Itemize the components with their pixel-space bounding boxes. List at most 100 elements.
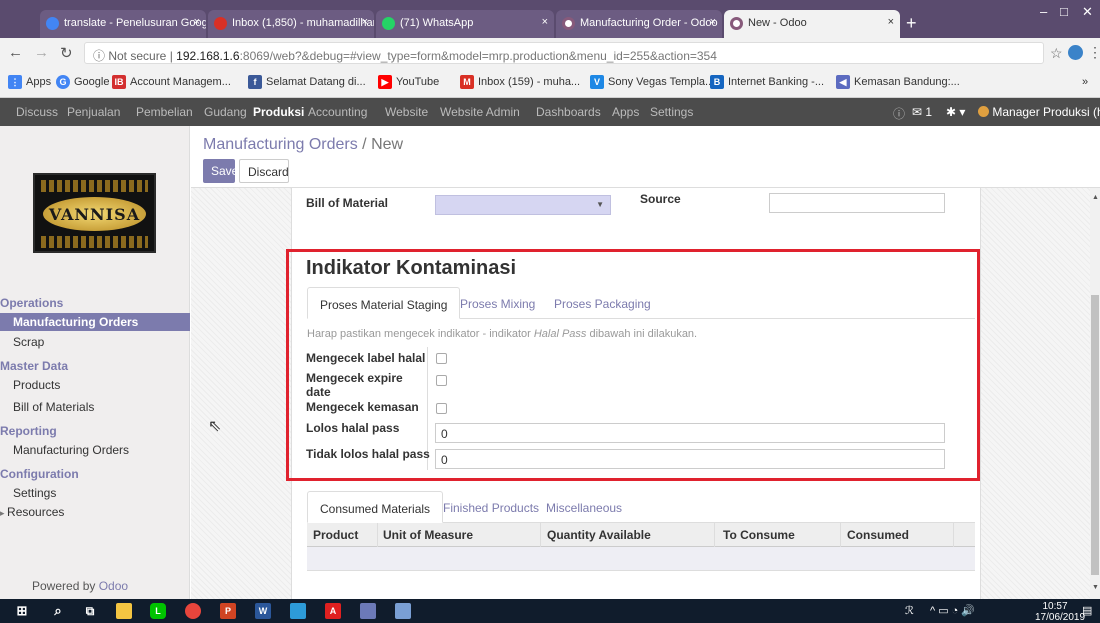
- control-panel: Manufacturing Orders / New Save Discard: [191, 126, 1100, 188]
- bookmark-apps[interactable]: ⋮ Apps: [8, 75, 51, 89]
- user-menu[interactable]: Manager Produksi (hal...: [978, 105, 1100, 119]
- app-icon[interactable]: [395, 603, 411, 619]
- reload-icon[interactable]: ↻: [60, 44, 73, 62]
- sidebar-item-products[interactable]: Products: [0, 376, 190, 394]
- bookmark-youtube[interactable]: ▶ YouTube: [378, 75, 439, 89]
- save-button[interactable]: Save: [203, 159, 238, 183]
- table-row[interactable]: [307, 547, 975, 571]
- bookmark-sony-vegas[interactable]: V Sony Vegas Templa...: [590, 75, 714, 89]
- line-icon[interactable]: L: [150, 603, 166, 619]
- breadcrumb: Manufacturing Orders / New: [203, 136, 404, 153]
- browser-tab-google[interactable]: translate - Penelusuran Googl ×: [40, 10, 206, 38]
- task-view-icon[interactable]: ⧉: [82, 603, 98, 619]
- menu-discuss[interactable]: Discuss: [16, 105, 58, 119]
- app-icon[interactable]: [360, 603, 376, 619]
- notification-icon[interactable]: ▤: [1082, 604, 1092, 617]
- more-bookmarks-icon[interactable]: »: [1082, 76, 1088, 88]
- close-icon[interactable]: ×: [362, 16, 368, 28]
- scroll-down-icon[interactable]: ▼: [1092, 584, 1099, 591]
- menu-website-admin[interactable]: Website Admin: [440, 105, 520, 119]
- lolos-halal-input[interactable]: 0: [435, 423, 945, 443]
- col-product[interactable]: Product: [313, 528, 358, 542]
- facebook-icon: f: [248, 75, 262, 89]
- minimize-icon[interactable]: –: [1040, 4, 1047, 19]
- maximize-icon[interactable]: □: [1060, 4, 1068, 19]
- browser-tab-whatsapp[interactable]: (71) WhatsApp ×: [376, 10, 554, 38]
- menu-settings[interactable]: Settings: [650, 105, 693, 119]
- bookmark-facebook[interactable]: f Selamat Datang di...: [248, 75, 366, 89]
- browser-tab-gmail[interactable]: Inbox (1,850) - muhamadilhan ×: [208, 10, 374, 38]
- kemasan-checkbox[interactable]: [436, 403, 447, 414]
- help-icon[interactable]: ⓘ: [893, 105, 905, 122]
- col-to-consume[interactable]: To Consume: [723, 528, 795, 542]
- extension-icon[interactable]: [1068, 45, 1083, 60]
- url-input[interactable]: ⓘ Not secure | 192.168.1.6:8069/web?&deb…: [84, 42, 1044, 64]
- menu-dashboards[interactable]: Dashboards: [536, 105, 601, 119]
- close-icon[interactable]: ×: [710, 16, 716, 28]
- col-consumed[interactable]: Consumed: [847, 528, 909, 542]
- tray-icons[interactable]: ^ ▭ ◔ 🔊: [930, 604, 975, 617]
- tab-miscellaneous[interactable]: Miscellaneous: [534, 491, 634, 523]
- col-quantity-available[interactable]: Quantity Available: [547, 528, 651, 542]
- close-icon[interactable]: ×: [194, 16, 200, 28]
- search-icon[interactable]: ⌕: [50, 603, 66, 619]
- menu-accounting[interactable]: Accounting: [308, 105, 367, 119]
- bookmark-google[interactable]: G Google: [56, 75, 109, 89]
- window-close-icon[interactable]: ✕: [1082, 4, 1093, 20]
- back-icon[interactable]: ←: [8, 44, 23, 61]
- scroll-up-icon[interactable]: ▲: [1092, 194, 1099, 201]
- people-icon[interactable]: ℛ: [905, 604, 914, 617]
- bookmark-internet-banking[interactable]: B Internet Banking -...: [710, 75, 824, 89]
- tidak-lolos-halal-input[interactable]: 0: [435, 449, 945, 469]
- tab-consumed-materials[interactable]: Consumed Materials: [307, 491, 444, 523]
- taskbar-clock[interactable]: 10:57 17/06/2019: [1035, 601, 1085, 623]
- sidebar-section-reporting: Reporting: [0, 424, 57, 438]
- menu-penjualan[interactable]: Penjualan: [67, 105, 120, 119]
- source-input[interactable]: [769, 193, 945, 213]
- bookmark-star-icon[interactable]: ☆: [1050, 45, 1063, 62]
- sidebar-section-master-data: Master Data: [0, 359, 69, 373]
- sidebar-item-settings[interactable]: Settings: [0, 484, 190, 502]
- file-explorer-icon[interactable]: [116, 603, 132, 619]
- menu-produksi[interactable]: Produksi: [253, 105, 304, 119]
- powerpoint-icon[interactable]: P: [220, 603, 236, 619]
- browser-menu-icon[interactable]: ⋮: [1088, 44, 1100, 61]
- forward-icon[interactable]: →: [34, 44, 49, 61]
- word-icon[interactable]: W: [255, 603, 271, 619]
- close-icon[interactable]: ×: [542, 16, 548, 28]
- sidebar-item-scrap[interactable]: Scrap: [0, 333, 190, 351]
- menu-pembelian[interactable]: Pembelian: [136, 105, 193, 119]
- close-icon[interactable]: ×: [888, 16, 894, 28]
- new-tab-button[interactable]: +: [906, 13, 917, 34]
- browser-tab-manufacturing[interactable]: Manufacturing Order - Odoo ×: [556, 10, 722, 38]
- messages-icon[interactable]: ✉ 1: [912, 105, 932, 119]
- windows-start-icon[interactable]: ⊞: [14, 603, 30, 619]
- app-icon[interactable]: [290, 603, 306, 619]
- sidebar-item-resources[interactable]: ▸ Resources: [0, 503, 190, 521]
- debug-bug-icon[interactable]: ✱ ▾: [946, 105, 965, 119]
- bookmark-account[interactable]: IB Account Managem...: [112, 75, 231, 89]
- bookmark-gmail[interactable]: M Inbox (159) - muha...: [460, 75, 580, 89]
- sidebar-item-bill-of-materials[interactable]: Bill of Materials: [0, 398, 190, 416]
- expire-checkbox[interactable]: [436, 375, 447, 386]
- breadcrumb-parent[interactable]: Manufacturing Orders: [203, 136, 358, 153]
- tab-proses-packaging[interactable]: Proses Packaging: [542, 287, 663, 319]
- menu-apps[interactable]: Apps: [612, 105, 639, 119]
- sidebar-section-operations: Operations: [0, 296, 64, 310]
- acrobat-icon[interactable]: A: [325, 603, 341, 619]
- col-unit-of-measure[interactable]: Unit of Measure: [383, 528, 473, 542]
- bookmark-kemasan[interactable]: ◀ Kemasan Bandung:...: [836, 75, 960, 89]
- scrollbar-thumb[interactable]: [1091, 295, 1099, 575]
- sidebar-item-manufacturing-orders[interactable]: Manufacturing Orders: [0, 313, 190, 331]
- menu-website[interactable]: Website: [385, 105, 428, 119]
- menu-gudang[interactable]: Gudang: [204, 105, 247, 119]
- discard-button[interactable]: Discard: [239, 159, 289, 183]
- avatar: [978, 106, 989, 117]
- browser-tab-new-odoo[interactable]: New - Odoo ×: [724, 10, 900, 38]
- chrome-icon[interactable]: [185, 603, 201, 619]
- bom-select[interactable]: ▼: [435, 195, 611, 215]
- tab-proses-mixing[interactable]: Proses Mixing: [448, 287, 547, 319]
- tab-proses-material-staging[interactable]: Proses Material Staging: [307, 287, 461, 319]
- sidebar-item-reporting-manufacturing-orders[interactable]: Manufacturing Orders: [0, 441, 190, 459]
- label-halal-checkbox[interactable]: [436, 353, 447, 364]
